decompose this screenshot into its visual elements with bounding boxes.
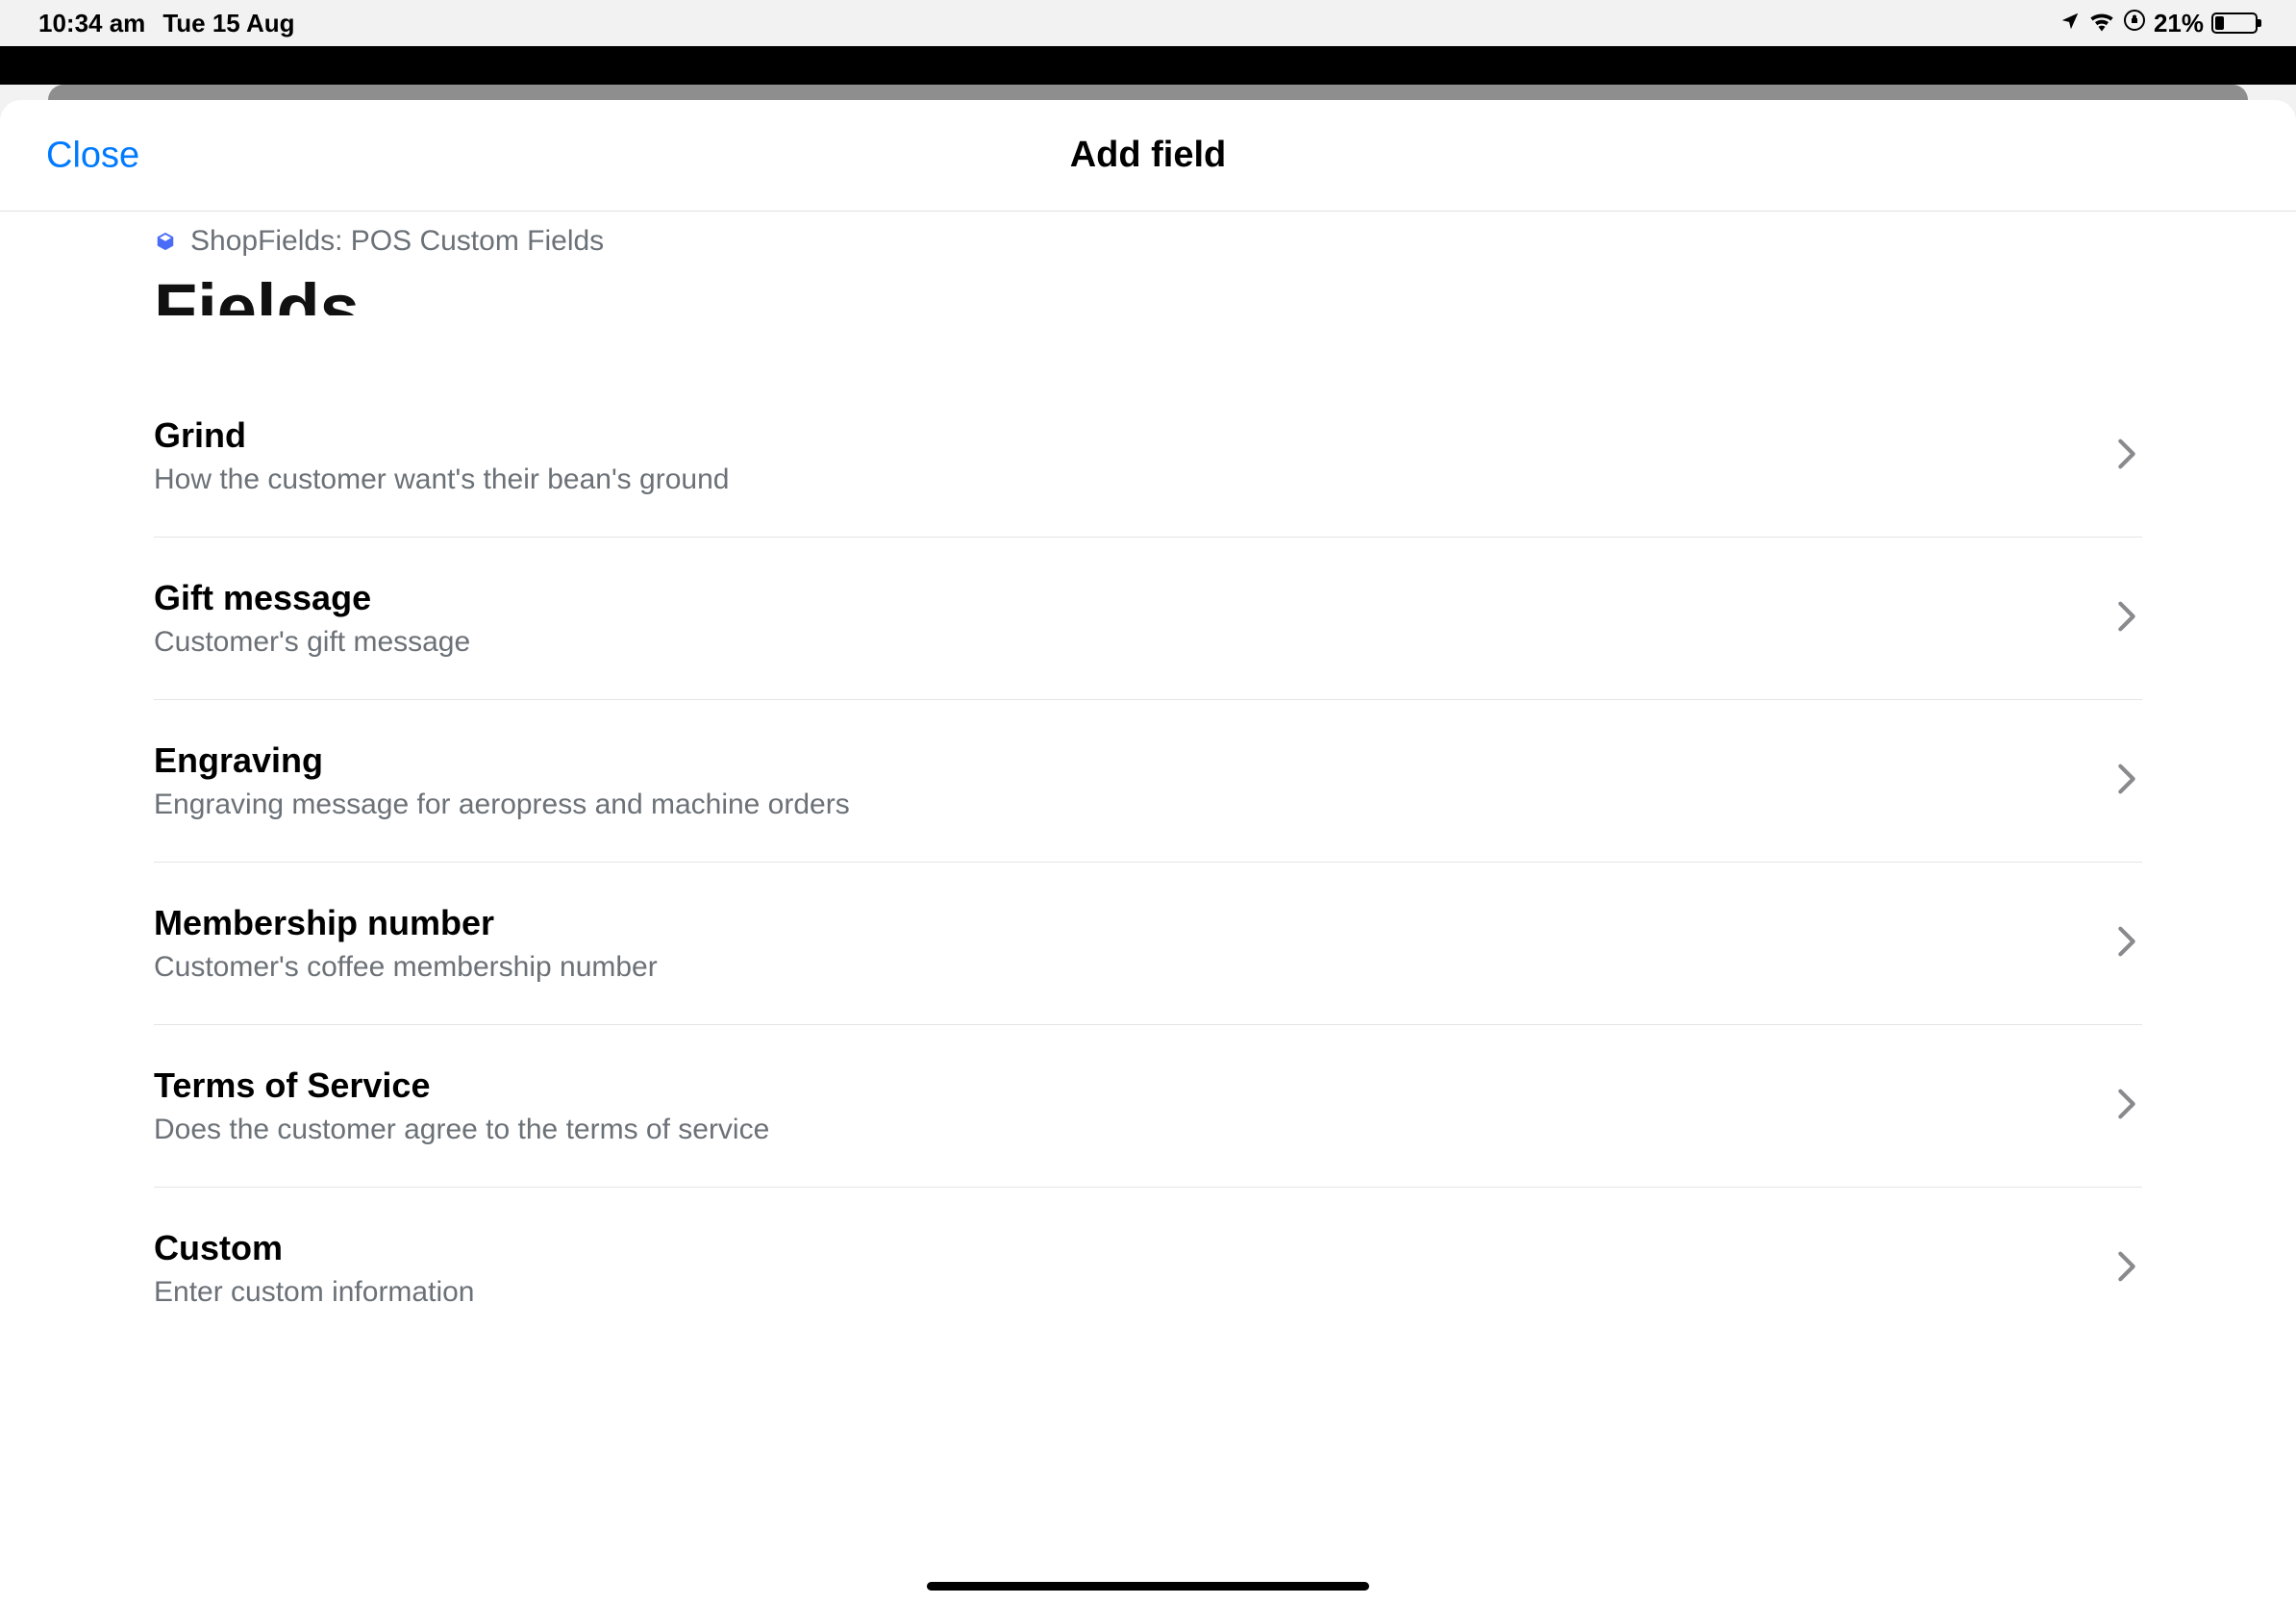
wifi-icon xyxy=(2088,9,2115,38)
field-title: Engraving xyxy=(154,740,2117,781)
field-item-gift-message[interactable]: Gift message Customer's gift message xyxy=(154,538,2142,700)
close-button[interactable]: Close xyxy=(46,135,139,176)
field-text: Grind How the customer want's their bean… xyxy=(154,415,2117,496)
status-right: 21% xyxy=(2059,9,2258,38)
field-text: Engraving Engraving message for aeropres… xyxy=(154,740,2117,821)
section-heading: Fields xyxy=(154,260,2142,315)
modal-header: Close Add field xyxy=(0,100,2296,212)
field-title: Gift message xyxy=(154,578,2117,618)
modal-title: Add field xyxy=(1070,135,1227,176)
field-item-membership-number[interactable]: Membership number Customer's coffee memb… xyxy=(154,863,2142,1025)
chevron-right-icon xyxy=(2117,1250,2142,1288)
field-desc: How the customer want's their bean's gro… xyxy=(154,464,2117,496)
app-cube-icon xyxy=(154,230,177,253)
chevron-right-icon xyxy=(2117,925,2142,963)
field-item-engraving[interactable]: Engraving Engraving message for aeropres… xyxy=(154,700,2142,863)
field-text: Terms of Service Does the customer agree… xyxy=(154,1065,2117,1146)
background-sheet-edge xyxy=(48,85,2248,100)
chevron-right-icon xyxy=(2117,438,2142,475)
field-text: Gift message Customer's gift message xyxy=(154,578,2117,659)
field-item-grind[interactable]: Grind How the customer want's their bean… xyxy=(154,375,2142,538)
status-date: Tue 15 Aug xyxy=(162,9,294,38)
field-desc: Does the customer agree to the terms of … xyxy=(154,1114,2117,1146)
field-title: Membership number xyxy=(154,903,2117,943)
field-desc: Customer's gift message xyxy=(154,626,2117,659)
field-item-custom[interactable]: Custom Enter custom information xyxy=(154,1188,2142,1349)
status-time: 10:34 am xyxy=(38,9,145,38)
background-app-bar xyxy=(0,46,2296,85)
field-text: Custom Enter custom information xyxy=(154,1228,2117,1309)
field-desc: Engraving message for aeropress and mach… xyxy=(154,789,2117,821)
status-bar: 10:34 am Tue 15 Aug 21% xyxy=(0,0,2296,46)
app-source-row: ShopFields: POS Custom Fields xyxy=(154,225,2142,258)
field-title: Grind xyxy=(154,415,2117,456)
field-desc: Enter custom information xyxy=(154,1276,2117,1309)
field-title: Terms of Service xyxy=(154,1065,2117,1106)
battery-percent: 21% xyxy=(2154,9,2204,38)
chevron-right-icon xyxy=(2117,600,2142,638)
chevron-right-icon xyxy=(2117,763,2142,800)
battery-icon xyxy=(2211,13,2258,34)
chevron-right-icon xyxy=(2117,1088,2142,1125)
orientation-lock-icon xyxy=(2123,9,2146,38)
app-name-label: ShopFields: POS Custom Fields xyxy=(190,225,604,258)
field-text: Membership number Customer's coffee memb… xyxy=(154,903,2117,984)
home-indicator[interactable] xyxy=(927,1582,1369,1591)
modal-sheet: Close Add field ShopFields: POS Custom F… xyxy=(0,100,2296,1604)
field-desc: Customer's coffee membership number xyxy=(154,951,2117,984)
status-left: 10:34 am Tue 15 Aug xyxy=(38,9,295,38)
modal-content: ShopFields: POS Custom Fields Fields Gri… xyxy=(0,212,2296,1349)
field-item-terms-of-service[interactable]: Terms of Service Does the customer agree… xyxy=(154,1025,2142,1188)
location-icon xyxy=(2059,9,2081,38)
field-title: Custom xyxy=(154,1228,2117,1268)
